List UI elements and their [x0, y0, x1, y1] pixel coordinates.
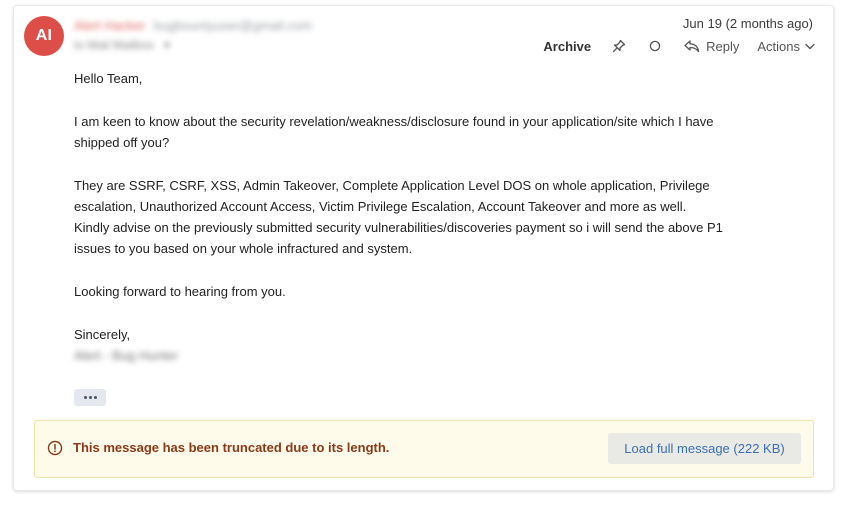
avatar-initials: AI: [35, 27, 53, 44]
email-message-card: AI Alert Hacker bugbountyuser@gmail.com …: [13, 5, 834, 491]
reply-button[interactable]: Reply: [683, 39, 739, 54]
archive-button[interactable]: Archive: [543, 39, 591, 54]
ellipsis-dot-icon: [93, 396, 97, 399]
message-body: Hello Team, I am keen to know about the …: [74, 68, 754, 366]
message-date: Jun 19 (2 months ago): [682, 16, 813, 31]
pin-icon[interactable]: [609, 36, 629, 56]
show-trimmed-content-button[interactable]: [74, 389, 106, 406]
actions-menu-button[interactable]: Actions: [757, 39, 815, 54]
body-paragraph: Kindly advise on the previously submitte…: [74, 220, 723, 256]
ellipsis-dot-icon: [83, 396, 87, 399]
recipient-text: to Mail Mailbox: [74, 38, 155, 52]
body-closing: Sincerely,: [74, 327, 131, 342]
sender-name[interactable]: Alert Hacker: [74, 18, 146, 33]
ellipsis-dot-icon: [88, 396, 92, 399]
load-full-message-button[interactable]: Load full message (222 KB): [608, 433, 801, 464]
body-greeting: Hello Team,: [74, 71, 143, 86]
body-paragraph: Looking forward to hearing from you.: [74, 284, 286, 299]
truncation-message: This message has been truncated due to i…: [73, 440, 390, 455]
message-toolbar: Archive Reply Actions: [543, 35, 815, 57]
reply-label: Reply: [706, 38, 740, 54]
reply-icon: [684, 40, 700, 53]
mark-unread-circle-icon[interactable]: [645, 36, 665, 56]
chevron-down-icon: [805, 43, 815, 49]
sender-line: Alert Hacker bugbountyuser@gmail.com: [74, 18, 312, 33]
sender-avatar[interactable]: AI: [24, 16, 64, 56]
body-paragraph: I am keen to know about the security rev…: [74, 114, 714, 150]
recipient-line: to Mail Mailbox ▾: [74, 38, 170, 52]
sender-email: bugbountyuser@gmail.com: [153, 18, 312, 33]
actions-label: Actions: [757, 38, 800, 54]
truncation-banner: This message has been truncated due to i…: [34, 420, 814, 478]
alert-circle-icon: [47, 440, 63, 456]
body-paragraph: They are SSRF, CSRF, XSS, Admin Takeover…: [74, 178, 710, 214]
recipient-expand-icon[interactable]: ▾: [164, 38, 170, 52]
signature-name: Alert - Bug Hunter: [74, 348, 179, 363]
